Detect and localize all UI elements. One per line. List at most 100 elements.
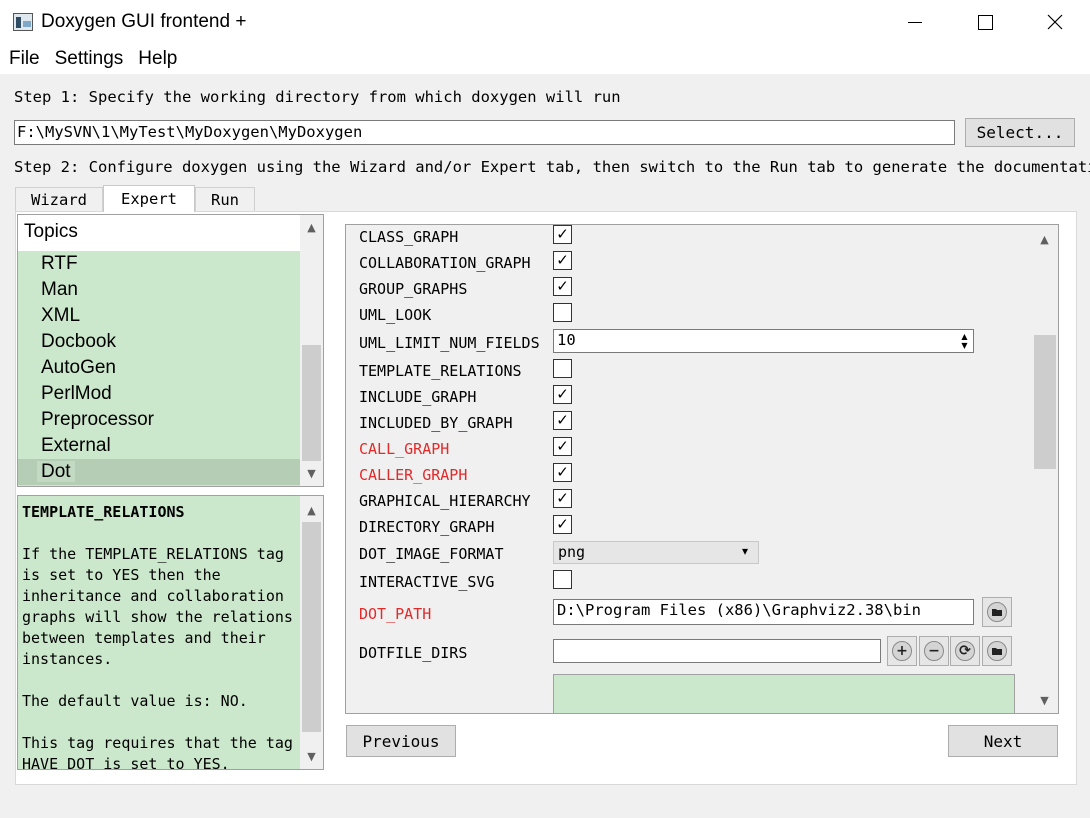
topics-scroll-thumb[interactable] <box>302 345 321 461</box>
setting-label-group-graphs: GROUP_GRAPHS <box>359 280 468 298</box>
setting-label-dotfile-dirs: DOTFILE_DIRS <box>359 644 468 662</box>
uml-limit-num-fields-spinbox[interactable]: 10 <box>553 329 974 353</box>
setting-label-dot-path: DOT_PATH <box>359 605 432 623</box>
topic-item-autogen[interactable]: AutoGen <box>18 355 300 381</box>
setting-label-uml-limit-num-fields: UML_LIMIT_NUM_FIELDS <box>359 334 540 352</box>
help-scrollbar[interactable]: ▲ ▼ <box>300 496 323 769</box>
help-requirement: This tag requires that the tag HAVE_DOT … <box>22 734 293 770</box>
app-icon <box>13 13 33 31</box>
previous-button[interactable]: Previous <box>346 725 456 757</box>
topic-item-preprocessor[interactable]: Preprocessor <box>18 407 300 433</box>
checkbox-included-by-graph[interactable]: ✓ <box>553 411 572 430</box>
maximize-icon <box>977 14 993 30</box>
dot-image-format-value: png <box>558 543 586 561</box>
topics-list: RTF Man XML Docbook AutoGen PerlMod Prep… <box>18 251 300 486</box>
scroll-up-icon[interactable]: ▲ <box>1036 231 1053 248</box>
setting-label-uml-look: UML_LOOK <box>359 306 432 324</box>
menu-file[interactable]: File <box>9 48 40 70</box>
dot-image-format-select[interactable]: png ▾ <box>553 541 759 564</box>
step1-label: Step 1: Specify the working directory fr… <box>14 88 621 106</box>
topic-item-xml[interactable]: XML <box>18 303 300 329</box>
help-panel: TEMPLATE_RELATIONS If the TEMPLATE_RELAT… <box>17 495 324 770</box>
scroll-up-icon[interactable]: ▲ <box>303 502 320 519</box>
next-button[interactable]: Next <box>948 725 1058 757</box>
setting-label-template-relations: TEMPLATE_RELATIONS <box>359 362 522 380</box>
remove-icon: − <box>924 641 944 661</box>
window-title: Doxygen GUI frontend + <box>41 11 247 32</box>
spin-up-icon[interactable]: ▲ <box>961 332 967 341</box>
menu-settings[interactable]: Settings <box>55 48 124 70</box>
topic-item-man[interactable]: Man <box>18 277 300 303</box>
settings-scroll-thumb[interactable] <box>1034 335 1056 469</box>
menu-bar: File Settings Help <box>0 44 1090 74</box>
menu-help[interactable]: Help <box>138 48 177 70</box>
scroll-down-icon[interactable]: ▼ <box>303 748 320 765</box>
checkbox-caller-graph[interactable]: ✓ <box>553 463 572 482</box>
add-dir-button[interactable]: + <box>887 636 917 666</box>
setting-label-caller-graph: CALLER_GRAPH <box>359 466 468 484</box>
remove-dir-button[interactable]: − <box>919 636 949 666</box>
tab-wizard[interactable]: Wizard <box>15 187 103 211</box>
checkbox-call-graph[interactable]: ✓ <box>553 437 572 456</box>
settings-scrollbar[interactable]: ▲ ▼ <box>1032 225 1058 713</box>
setting-label-dot-image-format: DOT_IMAGE_FORMAT <box>359 545 504 563</box>
refresh-icon: ⟳ <box>955 641 975 661</box>
checkbox-template-relations[interactable] <box>553 359 572 378</box>
dotfile-dirs-input[interactable] <box>553 639 881 663</box>
scroll-down-icon[interactable]: ▼ <box>1036 692 1053 709</box>
checkbox-uml-look[interactable] <box>553 303 572 322</box>
scroll-up-icon[interactable]: ▲ <box>303 219 320 236</box>
checkbox-include-graph[interactable]: ✓ <box>553 385 572 404</box>
topic-item-rtf[interactable]: RTF <box>18 251 300 277</box>
checkbox-directory-graph[interactable]: ✓ <box>553 515 572 534</box>
help-text: TEMPLATE_RELATIONS If the TEMPLATE_RELAT… <box>22 502 300 770</box>
help-default-value: The default value is: NO. <box>22 692 248 710</box>
help-description: If the TEMPLATE_RELATIONS tag is set to … <box>22 545 293 668</box>
topic-item-dot[interactable]: Dot <box>18 459 300 485</box>
topics-panel: Topics RTF Man XML Docbook AutoGen PerlM… <box>17 214 324 487</box>
topic-item-perlmod[interactable]: PerlMod <box>18 381 300 407</box>
help-scroll-thumb[interactable] <box>302 522 321 732</box>
close-icon <box>1047 14 1063 30</box>
spinbox-arrows[interactable]: ▲ ▼ <box>957 331 972 351</box>
uml-limit-num-fields-value: 10 <box>557 331 576 349</box>
chevron-down-icon: ▾ <box>742 544 749 558</box>
setting-label-call-graph: CALL_GRAPH <box>359 440 450 458</box>
setting-label-interactive-svg: INTERACTIVE_SVG <box>359 573 495 591</box>
refresh-dir-button[interactable]: ⟳ <box>950 636 980 666</box>
browse-dir-button[interactable] <box>982 636 1012 666</box>
tab-run[interactable]: Run <box>195 187 255 211</box>
help-title: TEMPLATE_RELATIONS <box>22 503 185 521</box>
checkbox-interactive-svg[interactable] <box>553 570 572 589</box>
dotfile-dirs-list[interactable] <box>553 674 1015 713</box>
minimize-icon <box>908 21 922 23</box>
setting-label-class-graph: CLASS_GRAPH <box>359 228 459 246</box>
checkbox-graphical-hierarchy[interactable]: ✓ <box>553 489 572 508</box>
maximize-button[interactable] <box>950 0 1020 44</box>
topic-item-external[interactable]: External <box>18 433 300 459</box>
dot-path-input[interactable]: D:\Program Files (x86)\Graphviz2.38\bin <box>553 599 974 625</box>
setting-label-directory-graph: DIRECTORY_GRAPH <box>359 518 495 536</box>
spin-down-icon[interactable]: ▼ <box>961 341 967 350</box>
add-icon: + <box>892 641 912 661</box>
folder-icon <box>987 602 1007 622</box>
close-button[interactable] <box>1020 0 1090 44</box>
checkbox-collaboration-graph[interactable]: ✓ <box>553 251 572 270</box>
topics-header: Topics <box>18 215 300 251</box>
select-directory-button[interactable]: Select... <box>965 118 1075 147</box>
step2-label: Step 2: Configure doxygen using the Wiza… <box>14 158 1090 176</box>
setting-label-include-graph: INCLUDE_GRAPH <box>359 388 477 406</box>
folder-icon <box>987 641 1007 661</box>
scroll-down-icon[interactable]: ▼ <box>303 465 320 482</box>
working-directory-input[interactable]: F:\MySVN\1\MyTest\MyDoxygen\MyDoxygen <box>14 120 955 145</box>
topic-item-dot-label: Dot <box>37 461 75 482</box>
topic-item-docbook[interactable]: Docbook <box>18 329 300 355</box>
browse-dot-path-button[interactable] <box>982 597 1012 627</box>
minimize-button[interactable] <box>880 0 950 44</box>
topics-scrollbar[interactable]: ▲ ▼ <box>300 215 323 486</box>
tab-expert[interactable]: Expert <box>103 185 195 212</box>
checkbox-class-graph[interactable]: ✓ <box>553 225 572 244</box>
title-bar: Doxygen GUI frontend + <box>0 0 1090 44</box>
settings-panel: CLASS_GRAPH ✓ COLLABORATION_GRAPH ✓ GROU… <box>345 224 1059 714</box>
checkbox-group-graphs[interactable]: ✓ <box>553 277 572 296</box>
